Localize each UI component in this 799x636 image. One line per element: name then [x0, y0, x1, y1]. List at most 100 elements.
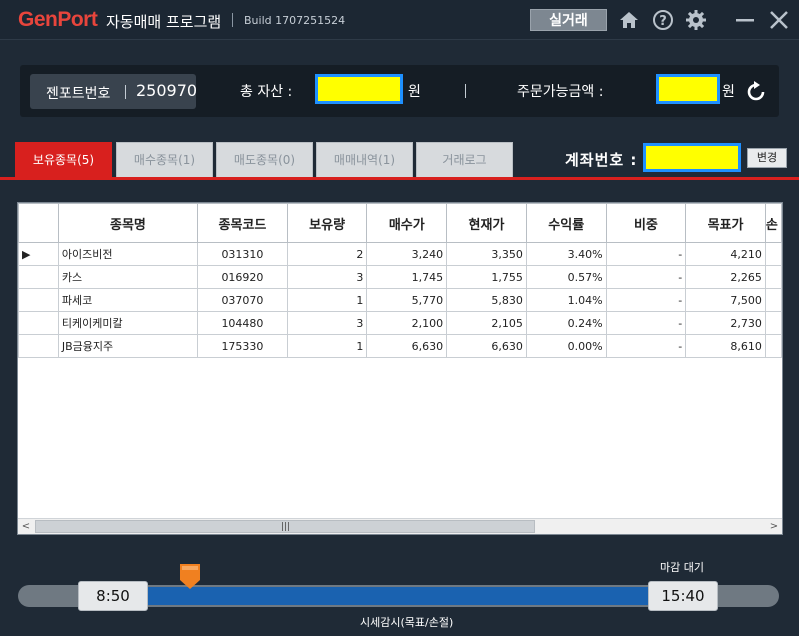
column-header-quantity[interactable]: 보유량	[286, 203, 368, 243]
gear-icon[interactable]	[684, 8, 708, 32]
account-number-masked	[643, 143, 741, 172]
tab-trade-log[interactable]: 거래로그	[416, 142, 513, 177]
stock-name: JB금융지주	[57, 334, 199, 358]
return-rate: 0.00%	[525, 334, 607, 358]
column-header-current-price[interactable]: 현재가	[446, 203, 527, 243]
column-header-buy-price[interactable]: 매수가	[366, 203, 448, 243]
tab-trade-history[interactable]: 매매내역(1)	[316, 142, 413, 177]
refresh-icon[interactable]	[744, 80, 768, 104]
column-header-code[interactable]: 종목코드	[197, 203, 288, 243]
target-price: 2,730	[685, 311, 766, 335]
table-row[interactable]: 카스 016920 3 1,745 1,755 0.57% - 2,265	[18, 265, 783, 289]
row-selector	[18, 288, 59, 312]
app-title: 자동매매 프로그램	[106, 13, 222, 31]
tab-underline	[0, 177, 799, 180]
genport-number-box: 젠포트번호 250970	[30, 74, 198, 109]
buy-price: 6,630	[366, 334, 448, 358]
svg-text:?: ?	[659, 14, 667, 29]
total-assets-unit: 원	[408, 84, 421, 100]
divider	[465, 84, 466, 98]
total-assets-value-masked	[315, 74, 403, 104]
target-price: 8,610	[685, 334, 766, 358]
quantity: 2	[286, 242, 368, 266]
total-assets-label: 총 자산 :	[240, 84, 293, 100]
minimize-icon[interactable]	[733, 8, 757, 32]
column-header-weight[interactable]: 비중	[605, 203, 687, 243]
current-price: 5,830	[446, 288, 527, 312]
column-header-name[interactable]: 종목명	[57, 203, 199, 243]
stop-loss-cell	[764, 265, 783, 289]
buy-price: 1,745	[366, 265, 448, 289]
buy-price: 2,100	[366, 311, 448, 335]
genport-number: 250970	[136, 81, 198, 100]
buy-price: 5,770	[366, 288, 448, 312]
current-price: 2,105	[446, 311, 527, 335]
buy-price: 3,240	[366, 242, 448, 266]
grid-header-row: 종목명 종목코드 보유량 매수가 현재가 수익률 비중 목표가 손	[18, 203, 783, 243]
weight: -	[605, 311, 687, 335]
divider	[232, 13, 233, 27]
stop-loss-cell	[764, 242, 783, 266]
start-time: 8:50	[78, 581, 148, 611]
scrollbar-thumb[interactable]: |||	[35, 520, 535, 533]
row-selector-header	[18, 203, 59, 243]
orderable-amount-label: 주문가능금액 :	[517, 84, 604, 100]
quantity: 3	[286, 311, 368, 335]
orderable-amount-value-masked	[656, 74, 720, 104]
help-icon[interactable]: ?	[651, 8, 675, 32]
stock-code: 175330	[197, 334, 288, 358]
target-price: 2,265	[685, 265, 766, 289]
stop-loss-cell	[764, 311, 783, 335]
tab-holdings[interactable]: 보유종목(5)	[15, 142, 112, 177]
stop-loss-cell	[764, 334, 783, 358]
tab-buy-list[interactable]: 매수종목(1)	[116, 142, 213, 177]
stock-name: 아이즈비전	[57, 242, 199, 266]
title-bar: GenPort 자동매매 프로그램 Build 1707251524 실거래 ?	[0, 0, 799, 40]
scroll-right-arrow-icon[interactable]: >	[766, 519, 782, 534]
quantity: 1	[286, 334, 368, 358]
price-monitor-label: 시세감시(목표/손절)	[360, 616, 454, 629]
column-header-stop-loss[interactable]: 손	[764, 203, 783, 243]
target-price: 4,210	[685, 242, 766, 266]
scroll-left-arrow-icon[interactable]: <	[18, 519, 34, 534]
current-price: 3,350	[446, 242, 527, 266]
return-rate: 1.04%	[525, 288, 607, 312]
stock-name: 파세코	[57, 288, 199, 312]
return-rate: 0.24%	[525, 311, 607, 335]
weight: -	[605, 334, 687, 358]
quantity: 3	[286, 265, 368, 289]
column-header-return[interactable]: 수익률	[525, 203, 607, 243]
live-trading-button[interactable]: 실거래	[530, 9, 607, 31]
genport-label: 젠포트번호	[46, 86, 111, 102]
table-row[interactable]: ▶ 아이즈비전 031310 2 3,240 3,350 3.40% - 4,2…	[18, 242, 783, 266]
stock-code: 031310	[197, 242, 288, 266]
tab-sell-list[interactable]: 매도종목(0)	[216, 142, 313, 177]
scrollbar-grip-icon: |||	[281, 522, 291, 532]
table-row[interactable]: 파세코 037070 1 5,770 5,830 1.04% - 7,500	[18, 288, 783, 312]
divider	[125, 85, 126, 99]
return-rate: 3.40%	[525, 242, 607, 266]
close-icon[interactable]	[767, 8, 791, 32]
close-wait-label: 마감 대기	[660, 561, 704, 574]
target-price: 7,500	[685, 288, 766, 312]
stop-loss-cell	[764, 288, 783, 312]
end-time: 15:40	[648, 581, 718, 611]
horizontal-scrollbar[interactable]: < ||| >	[18, 518, 782, 534]
change-account-button[interactable]: 변경	[747, 148, 787, 168]
table-row[interactable]: JB금융지주 175330 1 6,630 6,630 0.00% - 8,61…	[18, 334, 783, 358]
column-header-target-price[interactable]: 목표가	[685, 203, 766, 243]
stock-code: 016920	[197, 265, 288, 289]
genport-logo: GenPort	[18, 8, 98, 31]
current-price: 1,755	[446, 265, 527, 289]
build-label: Build 1707251524	[244, 14, 346, 27]
return-rate: 0.57%	[525, 265, 607, 289]
weight: -	[605, 242, 687, 266]
stock-code: 104480	[197, 311, 288, 335]
table-row[interactable]: 티케이케미칼 104480 3 2,100 2,105 0.24% - 2,73…	[18, 311, 783, 335]
orderable-amount-unit: 원	[722, 84, 735, 100]
home-icon[interactable]	[617, 8, 641, 32]
quantity: 1	[286, 288, 368, 312]
row-selector	[18, 334, 59, 358]
timeline-fill	[148, 587, 648, 605]
weight: -	[605, 288, 687, 312]
